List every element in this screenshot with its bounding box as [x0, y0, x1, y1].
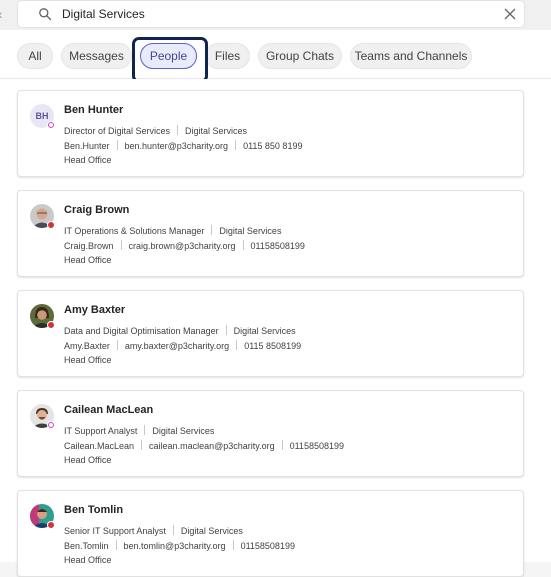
person-contact-line: Ben.Tomlin ben.tomlin@p3charity.org 011585…: [64, 540, 295, 551]
filter-bar: All Messages People Files Group Chats Te…: [0, 30, 551, 79]
person-department: Digital Services: [233, 326, 296, 336]
filter-all[interactable]: All: [17, 43, 53, 69]
person-email[interactable]: craig.brown@p3charity.org: [129, 241, 236, 251]
person-name[interactable]: Amy Baxter: [64, 304, 125, 316]
person-username: Amy.Baxter: [64, 341, 110, 351]
person-location: Head Office: [64, 555, 112, 565]
person-location: Head Office: [64, 255, 112, 265]
person-card[interactable]: BH Ben Hunter Director of Digital Servic…: [17, 90, 524, 177]
person-title: Director of Digital Services: [64, 126, 171, 136]
person-name[interactable]: Ben Hunter: [64, 104, 123, 116]
separator: [225, 325, 227, 335]
person-title: Data and Digital Optimisation Manager: [64, 326, 219, 336]
person-contact-line: Amy.Baxter amy.baxter@p3charity.org 0115 8…: [64, 340, 301, 351]
separator: [232, 540, 234, 550]
separator: [144, 425, 146, 435]
person-contact-line: Craig.Brown craig.brown@p3charity.org 0115…: [64, 240, 305, 251]
person-username: Craig.Brown: [64, 241, 114, 251]
presence-busy-icon: [47, 321, 55, 329]
person-username: Ben.Hunter: [64, 141, 110, 151]
person-location: Head Office: [64, 155, 112, 165]
person-card[interactable]: Ben Tomlin Senior IT Support Analyst Digi…: [17, 490, 524, 577]
person-title-line: Data and Digital Optimisation Manager Dig…: [64, 325, 296, 336]
person-email[interactable]: amy.baxter@p3charity.org: [125, 341, 229, 351]
search-box[interactable]: [18, 1, 524, 27]
separator: [177, 125, 179, 135]
person-title-line: Senior IT Support Analyst Digital Service…: [64, 525, 243, 536]
separator: [120, 240, 122, 250]
person-phone[interactable]: 01158508199: [290, 441, 344, 451]
person-department: Digital Services: [180, 526, 243, 536]
person-title-line: IT Operations & Solutions Manager Digital…: [64, 225, 281, 236]
person-location: Head Office: [64, 455, 112, 465]
person-contact-line: Cailean.MacLean cailean.maclean@p3charity…: [64, 440, 344, 451]
person-card[interactable]: Amy Baxter Data and Digital Optimisation…: [17, 290, 524, 377]
separator: [281, 440, 283, 450]
person-username: Ben.Tomlin: [64, 541, 109, 551]
person-username: Cailean.MacLean: [64, 441, 135, 451]
person-name[interactable]: Craig Brown: [64, 204, 129, 216]
separator: [235, 140, 237, 150]
separator: [115, 540, 117, 550]
person-email[interactable]: cailean.maclean@p3charity.org: [149, 441, 275, 451]
person-card[interactable]: Cailean MacLean IT Support Analyst Digita…: [17, 390, 524, 477]
people-results: BH Ben Hunter Director of Digital Servic…: [0, 79, 551, 577]
person-department: Digital Services: [152, 426, 215, 436]
filter-teams-and-channels[interactable]: Teams and Channels: [350, 43, 472, 69]
person-department: Digital Services: [185, 126, 248, 136]
person-phone[interactable]: 01158508199: [251, 241, 305, 251]
person-department: Digital Services: [219, 226, 282, 236]
person-phone[interactable]: 01158508199: [241, 541, 295, 551]
person-phone[interactable]: 0115 850 8199: [243, 141, 302, 151]
filter-people[interactable]: People: [140, 43, 197, 69]
person-title: Senior IT Support Analyst: [64, 526, 166, 536]
person-title: IT Operations & Solutions Manager: [64, 226, 205, 236]
person-card[interactable]: Craig Brown IT Operations & Solutions Ma…: [17, 190, 524, 277]
presence-offline-icon: [47, 421, 55, 429]
separator: [116, 140, 118, 150]
filter-messages[interactable]: Messages: [61, 43, 132, 69]
person-location: Head Office: [64, 355, 112, 365]
person-title-line: IT Support Analyst Digital Services: [64, 425, 214, 436]
separator: [211, 225, 213, 235]
filter-group-chats[interactable]: Group Chats: [258, 43, 342, 69]
filter-files[interactable]: Files: [205, 43, 250, 69]
presence-busy-icon: [47, 221, 55, 229]
separator: [141, 440, 143, 450]
separator: [242, 240, 244, 250]
top-bar: ‹: [0, 0, 551, 30]
chevron-left-icon[interactable]: ‹: [0, 6, 8, 22]
person-contact-line: Ben.Hunter ben.hunter@p3charity.org 0115 8…: [64, 140, 302, 151]
separator: [172, 525, 174, 535]
person-email[interactable]: ben.tomlin@p3charity.org: [124, 541, 226, 551]
presence-offline-icon: [47, 121, 55, 129]
person-name[interactable]: Ben Tomlin: [64, 504, 123, 516]
person-email[interactable]: ben.hunter@p3charity.org: [125, 141, 229, 151]
person-phone[interactable]: 0115 8508199: [244, 341, 301, 351]
separator: [116, 340, 118, 350]
presence-busy-icon: [47, 521, 55, 529]
search-icon: [39, 8, 52, 21]
separator: [236, 340, 238, 350]
close-icon[interactable]: [502, 6, 518, 22]
person-title-line: Director of Digital Services Digital Serv…: [64, 125, 247, 136]
person-title: IT Support Analyst: [64, 426, 138, 436]
person-name[interactable]: Cailean MacLean: [64, 404, 153, 416]
search-input[interactable]: [62, 3, 462, 25]
